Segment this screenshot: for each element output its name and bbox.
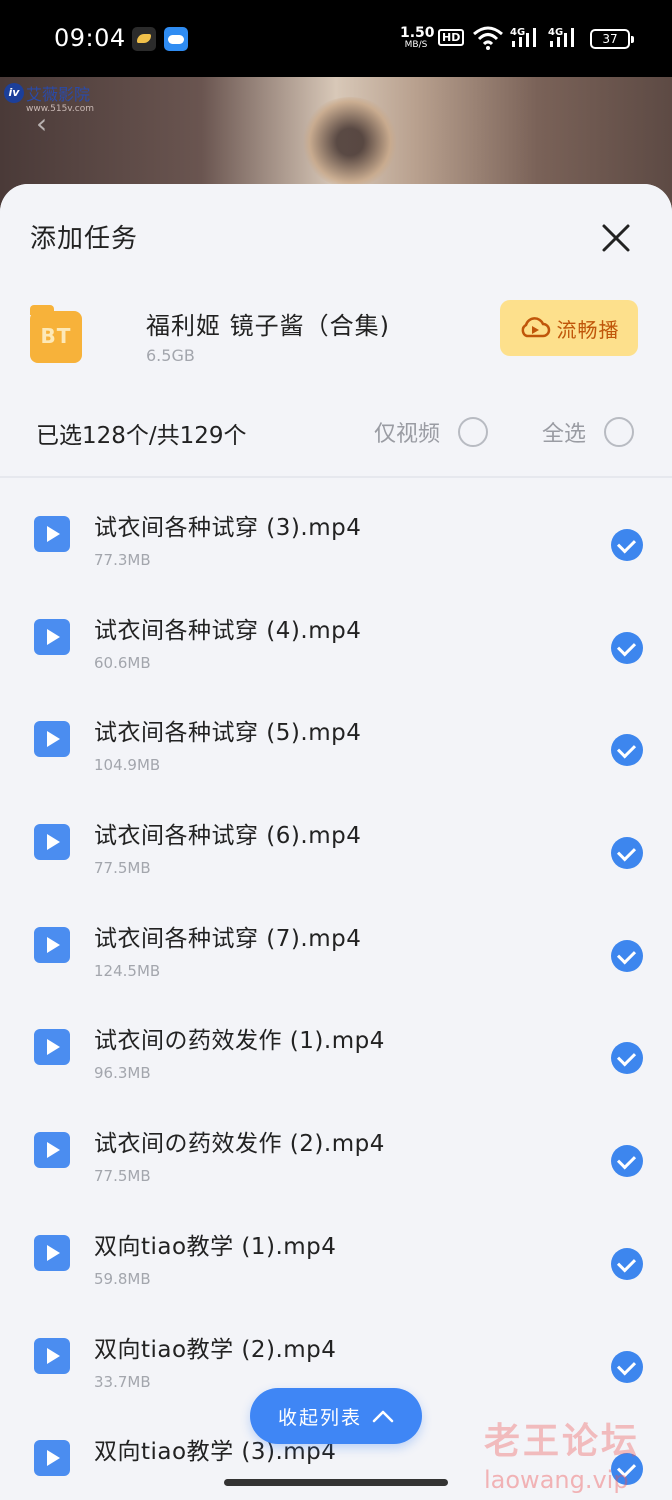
video-file-icon <box>34 1234 70 1271</box>
file-name: 双向tiao教学 (1).mp4 <box>94 1233 337 1260</box>
checked-checkbox-icon[interactable] <box>611 529 643 561</box>
back-chevron-icon[interactable]: ‹ <box>36 107 47 140</box>
list-item[interactable]: 试衣间各种试穿 (6).mp4 77.5MB <box>0 788 672 891</box>
weather-app-icon <box>164 27 188 51</box>
list-item[interactable]: 试衣间各种试穿 (7).mp4 124.5MB <box>0 891 672 994</box>
list-item[interactable]: 试衣间の药效发作 (2).mp4 77.5MB <box>0 1096 672 1199</box>
file-size: 60.6MB <box>94 653 151 672</box>
file-size: 124.5MB <box>94 961 161 980</box>
checked-checkbox-icon[interactable] <box>611 734 643 767</box>
bt-badge: BT <box>40 324 72 348</box>
video-only-radio[interactable] <box>458 417 489 447</box>
checked-checkbox-icon[interactable] <box>611 1042 643 1075</box>
network-speed-value: 1.50 <box>400 25 435 41</box>
add-task-sheet: 添加任务 BT 福利姬 镜子酱（合集) 6.5GB 流畅播 已选128个/共12… <box>0 184 672 1500</box>
checked-checkbox-icon[interactable] <box>611 631 643 664</box>
file-name: 双向tiao教学 (2).mp4 <box>94 1336 337 1363</box>
file-name: 试衣间各种试穿 (7).mp4 <box>94 925 362 952</box>
file-size: 77.5MB <box>94 859 151 878</box>
network-speed: 1.50 MB/S <box>400 25 435 50</box>
video-only-label: 仅视频 <box>374 422 441 447</box>
watermark-url: laowang.vip <box>484 1466 629 1494</box>
file-size: 33.7MB <box>94 1372 151 1391</box>
file-name: 试衣间各种试穿 (5).mp4 <box>94 720 362 747</box>
select-all-radio[interactable] <box>604 417 635 447</box>
hd-voice-icon: HD <box>438 29 465 46</box>
video-file-icon <box>34 926 70 963</box>
logo-mark: iv <box>4 83 24 103</box>
collapse-list-button[interactable]: 收起列表 <box>250 1388 422 1444</box>
torrent-size: 6.5GB <box>146 346 195 365</box>
file-size: 104.9MB <box>94 756 161 775</box>
sheet-header: 添加任务 BT 福利姬 镜子酱（合集) 6.5GB 流畅播 已选128个/共12… <box>0 184 672 478</box>
select-all-toggle[interactable]: 全选 <box>542 416 635 448</box>
network-speed-unit: MB/S <box>404 40 428 50</box>
video-file-icon <box>34 1440 70 1477</box>
forum-watermark: 老王论坛 laowang.vip <box>484 1412 664 1494</box>
checked-checkbox-icon[interactable] <box>611 1350 643 1383</box>
file-name: 试衣间各种试穿 (6).mp4 <box>94 823 362 850</box>
checked-checkbox-icon[interactable] <box>611 837 643 870</box>
status-time: 09:04 <box>54 24 126 52</box>
watermark-title: 老王论坛 <box>484 1421 641 1462</box>
video-frame <box>300 97 400 187</box>
checked-checkbox-icon[interactable] <box>611 1247 643 1280</box>
torrent-name: 福利姬 镜子酱（合集) <box>146 312 390 340</box>
bt-folder-icon: BT <box>30 305 82 363</box>
signal-1-label: 4G <box>510 27 525 38</box>
list-item[interactable]: 试衣间の药效发作 (1).mp4 96.3MB <box>0 993 672 1096</box>
video-file-icon <box>34 721 70 758</box>
video-file-icon <box>34 516 70 552</box>
file-name: 试衣间各种试穿 (4).mp4 <box>94 617 362 644</box>
list-item[interactable]: 试衣间各种试穿 (4).mp4 60.6MB <box>0 583 672 686</box>
file-size: 59.8MB <box>94 1269 151 1288</box>
logo-text: 艾薇影院 <box>26 85 91 104</box>
chevron-up-icon <box>372 1410 394 1423</box>
file-name: 试衣间の药效发作 (1).mp4 <box>94 1028 385 1055</box>
watermark-logo: iv 艾薇影院 <box>4 81 90 105</box>
battery-icon: 37 <box>590 29 634 49</box>
bird-app-icon <box>132 27 156 51</box>
video-file-icon <box>34 824 70 861</box>
checked-checkbox-icon[interactable] <box>611 1145 643 1178</box>
checked-checkbox-icon[interactable] <box>611 939 643 972</box>
file-name: 试衣间の药效发作 (2).mp4 <box>94 1131 385 1158</box>
video-file-icon <box>34 1029 70 1066</box>
file-size: 77.5MB <box>94 1167 151 1186</box>
wifi-icon <box>473 26 503 50</box>
video-file-icon <box>34 618 70 655</box>
video-only-toggle[interactable]: 仅视频 <box>374 416 489 448</box>
select-all-label: 全选 <box>542 422 587 447</box>
video-file-icon <box>34 1132 70 1169</box>
home-indicator[interactable] <box>224 1479 448 1486</box>
selection-count: 已选128个/共129个 <box>36 423 247 449</box>
list-item[interactable]: 试衣间各种试穿 (5).mp4 104.9MB <box>0 685 672 788</box>
list-item[interactable]: 试衣间各种试穿 (3).mp4 77.3MB <box>0 480 672 583</box>
file-size: 77.3MB <box>94 551 151 569</box>
cloud-play-icon <box>521 317 550 338</box>
cellular-signal-2-icon: 4G <box>548 27 574 47</box>
close-icon[interactable] <box>596 218 636 258</box>
list-item[interactable]: 双向tiao教学 (1).mp4 59.8MB <box>0 1199 672 1302</box>
video-file-icon <box>34 1337 70 1374</box>
sheet-title: 添加任务 <box>30 224 139 254</box>
signal-2-label: 4G <box>548 27 563 38</box>
cellular-signal-1-icon: 4G <box>510 27 536 47</box>
stream-play-button[interactable]: 流畅播 <box>500 300 638 356</box>
stream-play-label: 流畅播 <box>556 317 620 342</box>
file-size: 96.3MB <box>94 1064 151 1083</box>
status-bar: 09:04 1.50 MB/S HD 4G 4G 37 <box>0 0 672 77</box>
file-list: 试衣间各种试穿 (3).mp4 77.3MB 试衣间各种试穿 (4).mp4 6… <box>0 480 672 1500</box>
file-name: 试衣间各种试穿 (3).mp4 <box>94 515 362 541</box>
collapse-list-label: 收起列表 <box>277 1406 362 1429</box>
